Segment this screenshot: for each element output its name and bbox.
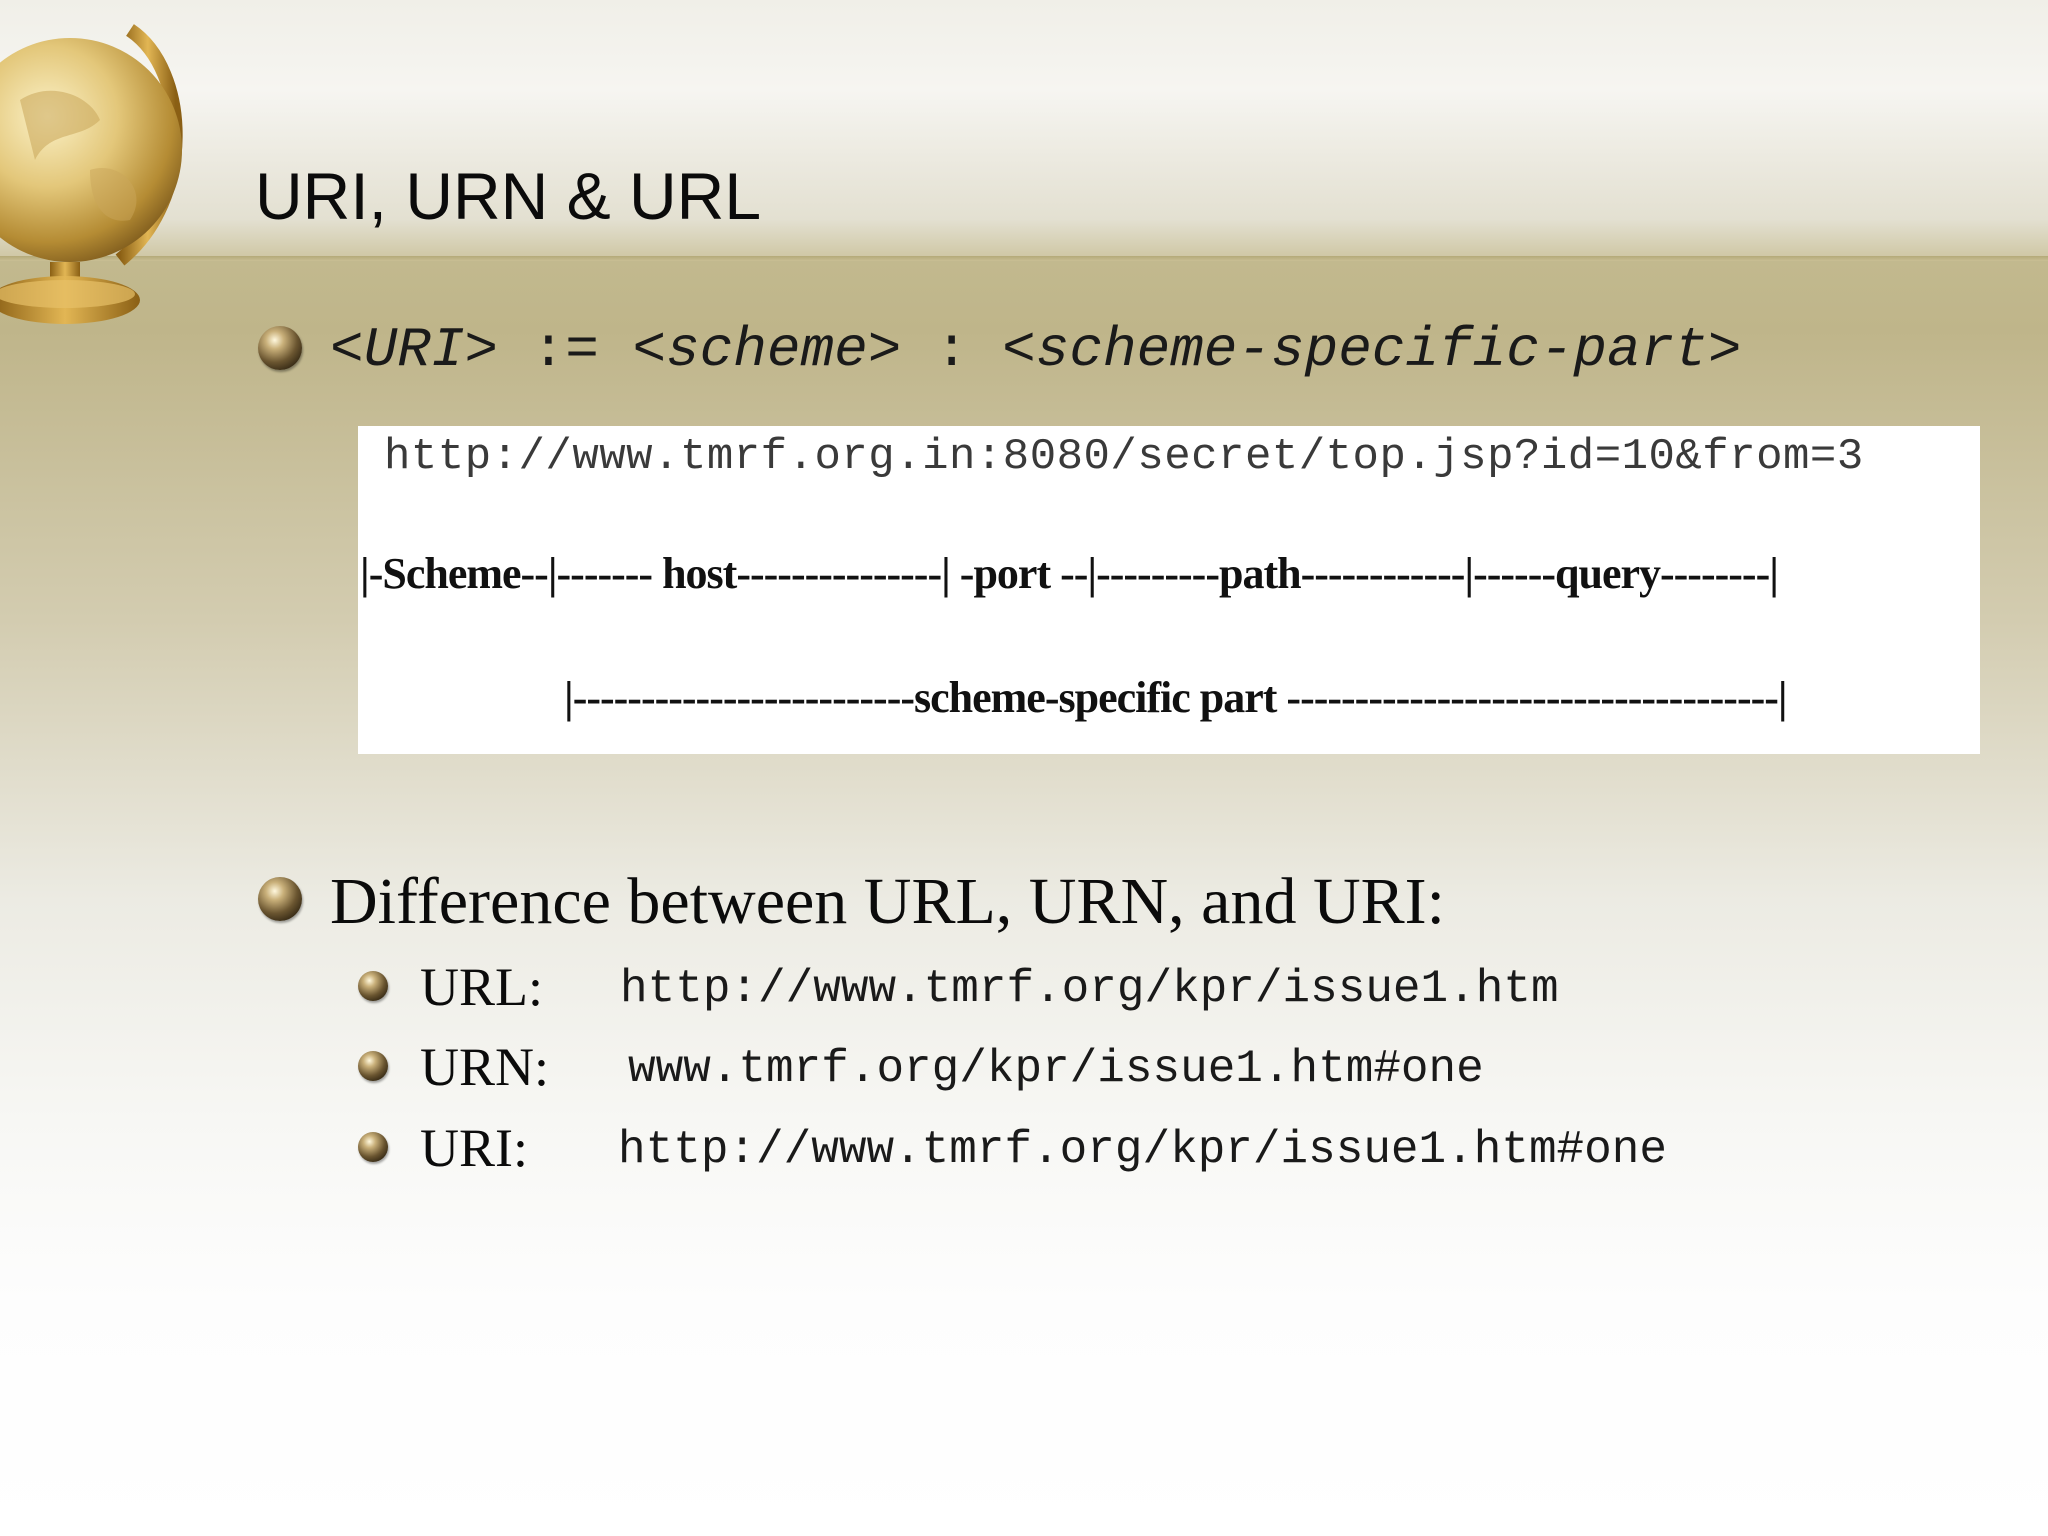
slide-title: URI, URN & URL bbox=[255, 159, 762, 233]
uri-label: URI: bbox=[420, 1118, 528, 1178]
title-divider bbox=[0, 256, 2048, 261]
sphere-bullet-icon bbox=[358, 971, 388, 1001]
diagram-parts-line: |-Scheme--|------- host---------------| … bbox=[360, 549, 1779, 598]
urn-label: URN: bbox=[420, 1037, 550, 1097]
uri-value: http://www.tmrf.org/kpr/issue1.htm#one bbox=[618, 1124, 1667, 1176]
diagram-example-url: http://www.tmrf.org.in:8080/secret/top.j… bbox=[384, 432, 1864, 482]
uri-syntax: <URI> := <scheme> : <scheme-specific-par… bbox=[330, 318, 1741, 382]
syntax-uri: <URI> bbox=[330, 318, 499, 382]
globe-icon bbox=[0, 24, 183, 324]
syntax-scheme: <scheme> bbox=[632, 318, 902, 382]
diagram-scheme-specific-line: |-------------------------scheme-specifi… bbox=[564, 673, 1788, 722]
sphere-bullet-icon bbox=[358, 1051, 388, 1081]
sphere-bullet-icon bbox=[258, 326, 302, 370]
difference-heading: Difference between URL, URN, and URI: bbox=[330, 865, 1445, 938]
sphere-bullet-icon bbox=[258, 877, 302, 921]
syntax-assign: := bbox=[531, 318, 599, 382]
url-value: http://www.tmrf.org/kpr/issue1.htm bbox=[620, 963, 1559, 1015]
url-label: URL: bbox=[420, 957, 544, 1017]
sphere-bullet-icon bbox=[358, 1132, 388, 1162]
urn-value: www.tmrf.org/kpr/issue1.htm#one bbox=[628, 1043, 1484, 1095]
syntax-scheme-specific-part: <scheme-specific-part> bbox=[1002, 318, 1742, 382]
syntax-colon: : bbox=[934, 318, 969, 382]
uri-structure-diagram: http://www.tmrf.org.in:8080/secret/top.j… bbox=[358, 426, 1980, 754]
